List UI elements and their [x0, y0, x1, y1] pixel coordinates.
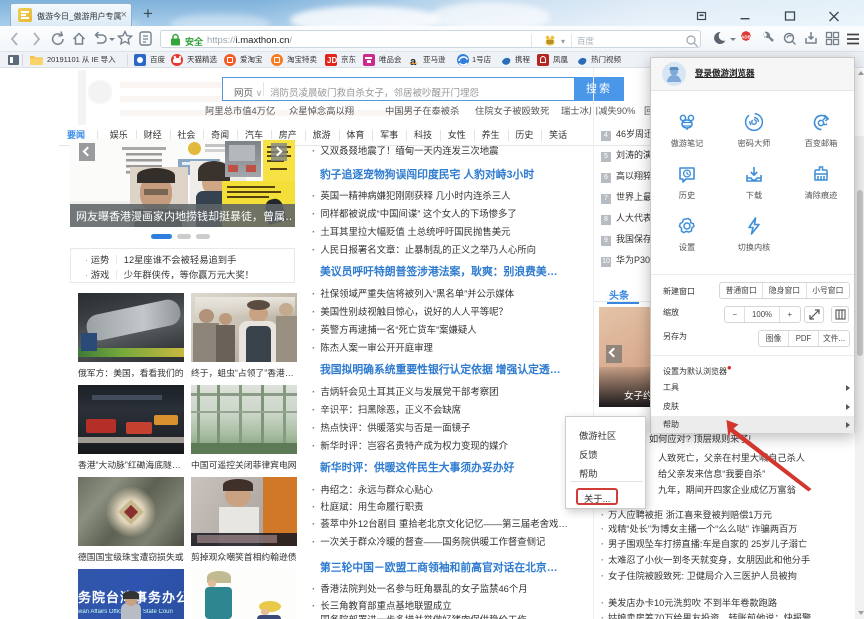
- svg-text:ADB: ADB: [741, 35, 751, 40]
